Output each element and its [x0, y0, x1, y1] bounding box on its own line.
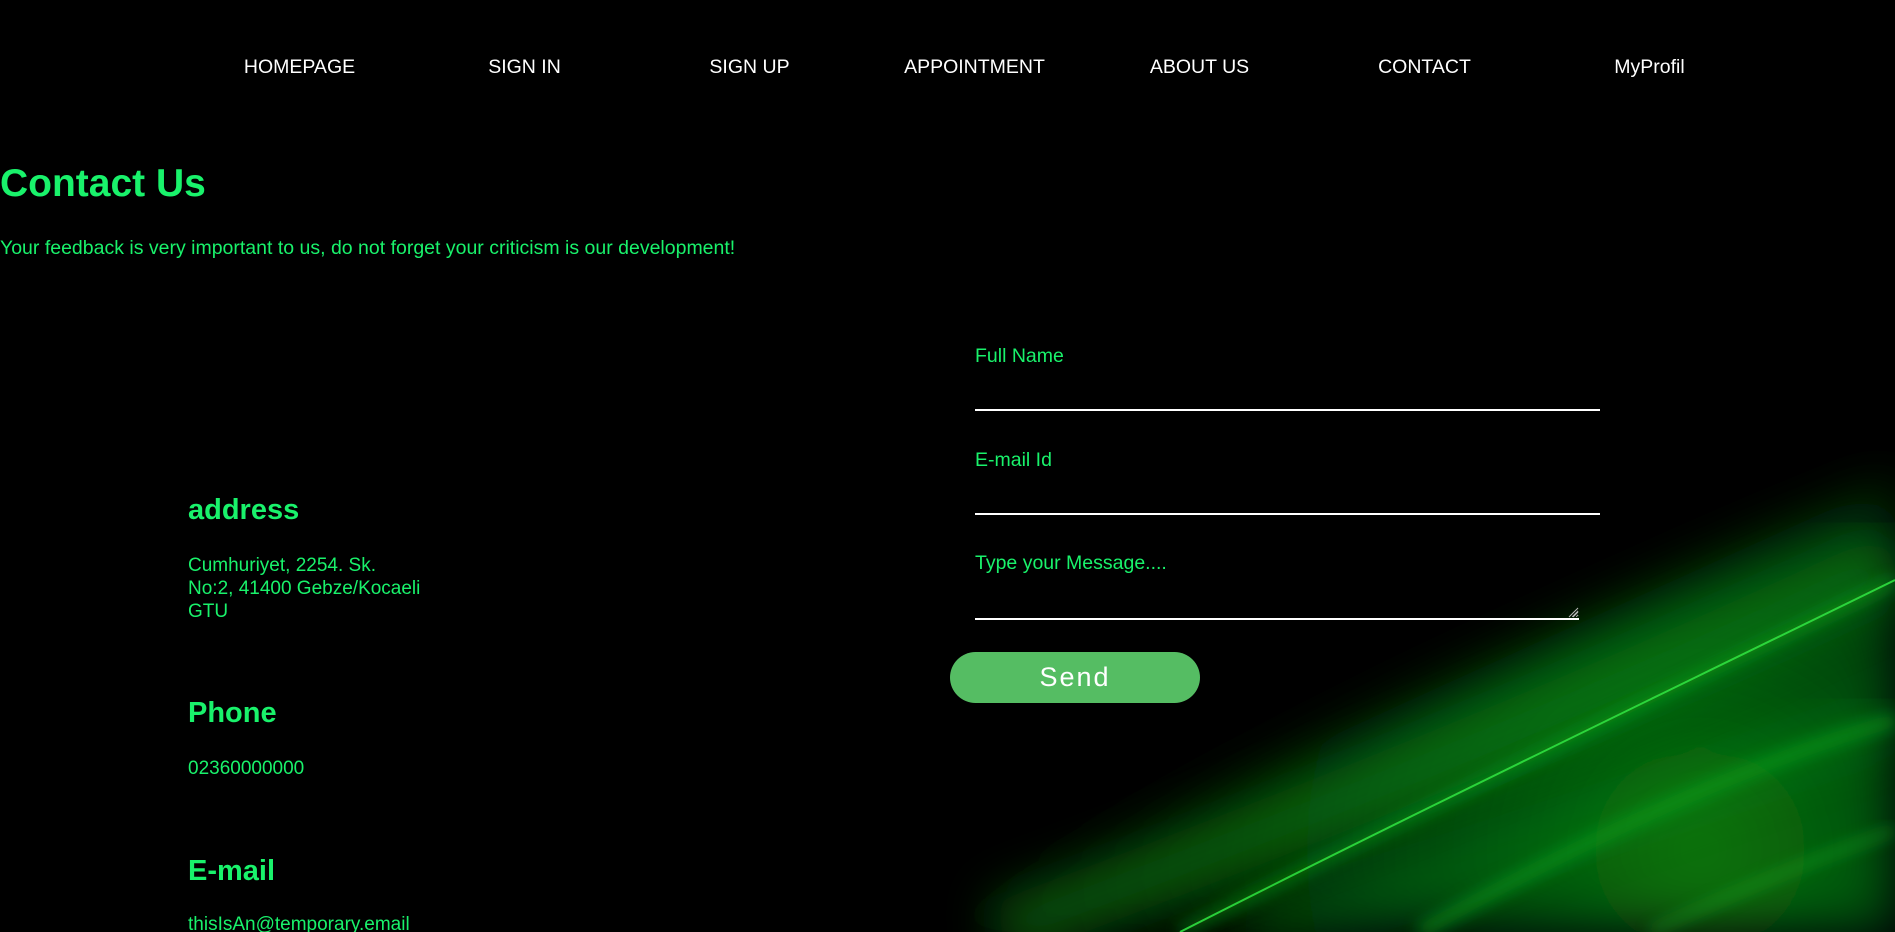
- nav-sign-up[interactable]: SIGN UP: [637, 56, 862, 79]
- full-name-label: Full Name: [975, 345, 1064, 367]
- nav-appointment[interactable]: APPOINTMENT: [862, 56, 1087, 79]
- nav-sign-in[interactable]: SIGN IN: [412, 56, 637, 79]
- email-heading: E-mail: [188, 855, 276, 887]
- page-title: Contact Us: [0, 162, 206, 205]
- resize-handle-icon[interactable]: [1568, 607, 1579, 618]
- full-name-input[interactable]: [975, 379, 1600, 411]
- email-address: thisIsAn@temporary.email: [188, 914, 410, 932]
- phone-heading: Phone: [188, 697, 277, 729]
- nav-about-us[interactable]: ABOUT US: [1087, 56, 1312, 79]
- email-label: E-mail Id: [975, 449, 1052, 471]
- nav-contact[interactable]: CONTACT: [1312, 56, 1537, 79]
- phone-number: 02360000000: [188, 758, 305, 779]
- main-nav: HOMEPAGE SIGN IN SIGN UP APPOINTMENT ABO…: [0, 56, 1895, 82]
- address-line-2: No:2, 41400 Gebze/Kocaeli: [188, 578, 421, 599]
- address-heading: address: [188, 494, 300, 526]
- background-light-streaks: [900, 480, 1895, 932]
- address-line-3: GTU: [188, 601, 229, 622]
- message-textarea[interactable]: [975, 582, 1579, 620]
- send-button[interactable]: Send: [950, 652, 1200, 703]
- message-label: Type your Message....: [975, 552, 1167, 574]
- nav-my-profile[interactable]: MyProfil: [1537, 56, 1762, 79]
- page-subtitle: Your feedback is very important to us, d…: [0, 237, 736, 259]
- contact-page: HOMEPAGE SIGN IN SIGN UP APPOINTMENT ABO…: [0, 0, 1895, 932]
- email-input[interactable]: [975, 483, 1600, 515]
- nav-homepage[interactable]: HOMEPAGE: [187, 56, 412, 79]
- address-line-1: Cumhuriyet, 2254. Sk.: [188, 555, 376, 576]
